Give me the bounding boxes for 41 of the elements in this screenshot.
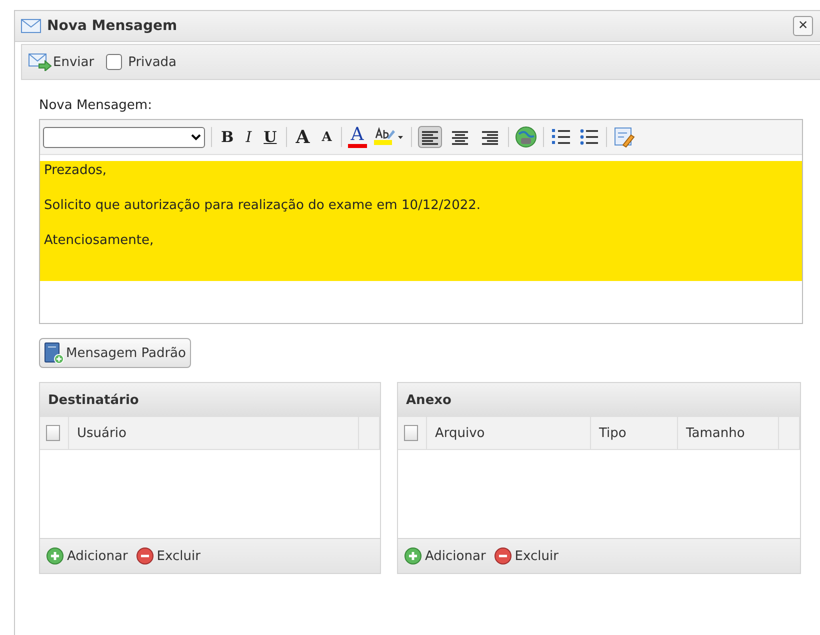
minus-icon [136,547,154,565]
select-all-checkbox[interactable] [404,425,418,441]
message-paragraph: Atenciosamente, [44,233,155,248]
default-message-button[interactable]: Mensagem Padrão [39,338,191,368]
italic-button[interactable]: I [242,128,255,146]
panel-title: Destinatário [48,392,139,408]
book-add-icon [44,342,64,364]
select-all-checkbox[interactable] [46,425,60,441]
column-header[interactable]: Tipo [591,417,678,449]
numbered-list-icon[interactable] [550,127,572,147]
add-button[interactable]: Adicionar [46,547,128,565]
private-label: Privada [128,54,177,70]
envelope-icon [21,19,41,33]
editor-label: Nova Mensagem: [39,98,153,113]
plus-icon [46,547,64,565]
shrink-font-button[interactable]: A [318,130,335,144]
remove-button[interactable]: Excluir [494,547,558,565]
align-left-button[interactable] [418,126,442,148]
plus-icon [404,547,422,565]
bold-button[interactable]: B [218,128,237,146]
send-button[interactable]: Enviar [28,53,94,71]
edit-document-icon[interactable] [612,126,635,148]
message-paragraph: Solicito que autorização para realização do exame em 10/12/2022. [44,198,482,213]
minus-icon [494,547,512,565]
bullet-list-icon[interactable] [578,127,600,147]
private-checkbox[interactable] [106,54,122,70]
underline-button[interactable]: U [260,128,280,146]
panel-title: Anexo [406,392,452,408]
remove-button[interactable]: Excluir [136,547,200,565]
globe-link-icon[interactable] [514,126,537,148]
add-button[interactable]: Adicionar [404,547,486,565]
grow-font-button[interactable]: A [292,126,313,148]
message-paragraph: Prezados, [44,163,108,178]
window-title: Nova Mensagem [47,18,178,34]
font-dropdown[interactable] [43,126,205,148]
close-button[interactable]: × [793,16,813,36]
highlighter-icon[interactable] [372,127,405,147]
envelope-arrow-icon [28,53,52,71]
column-header[interactable]: Tamanho [678,417,779,449]
font-color-button[interactable]: A [348,126,367,148]
column-header[interactable]: Arquivo [427,417,591,449]
